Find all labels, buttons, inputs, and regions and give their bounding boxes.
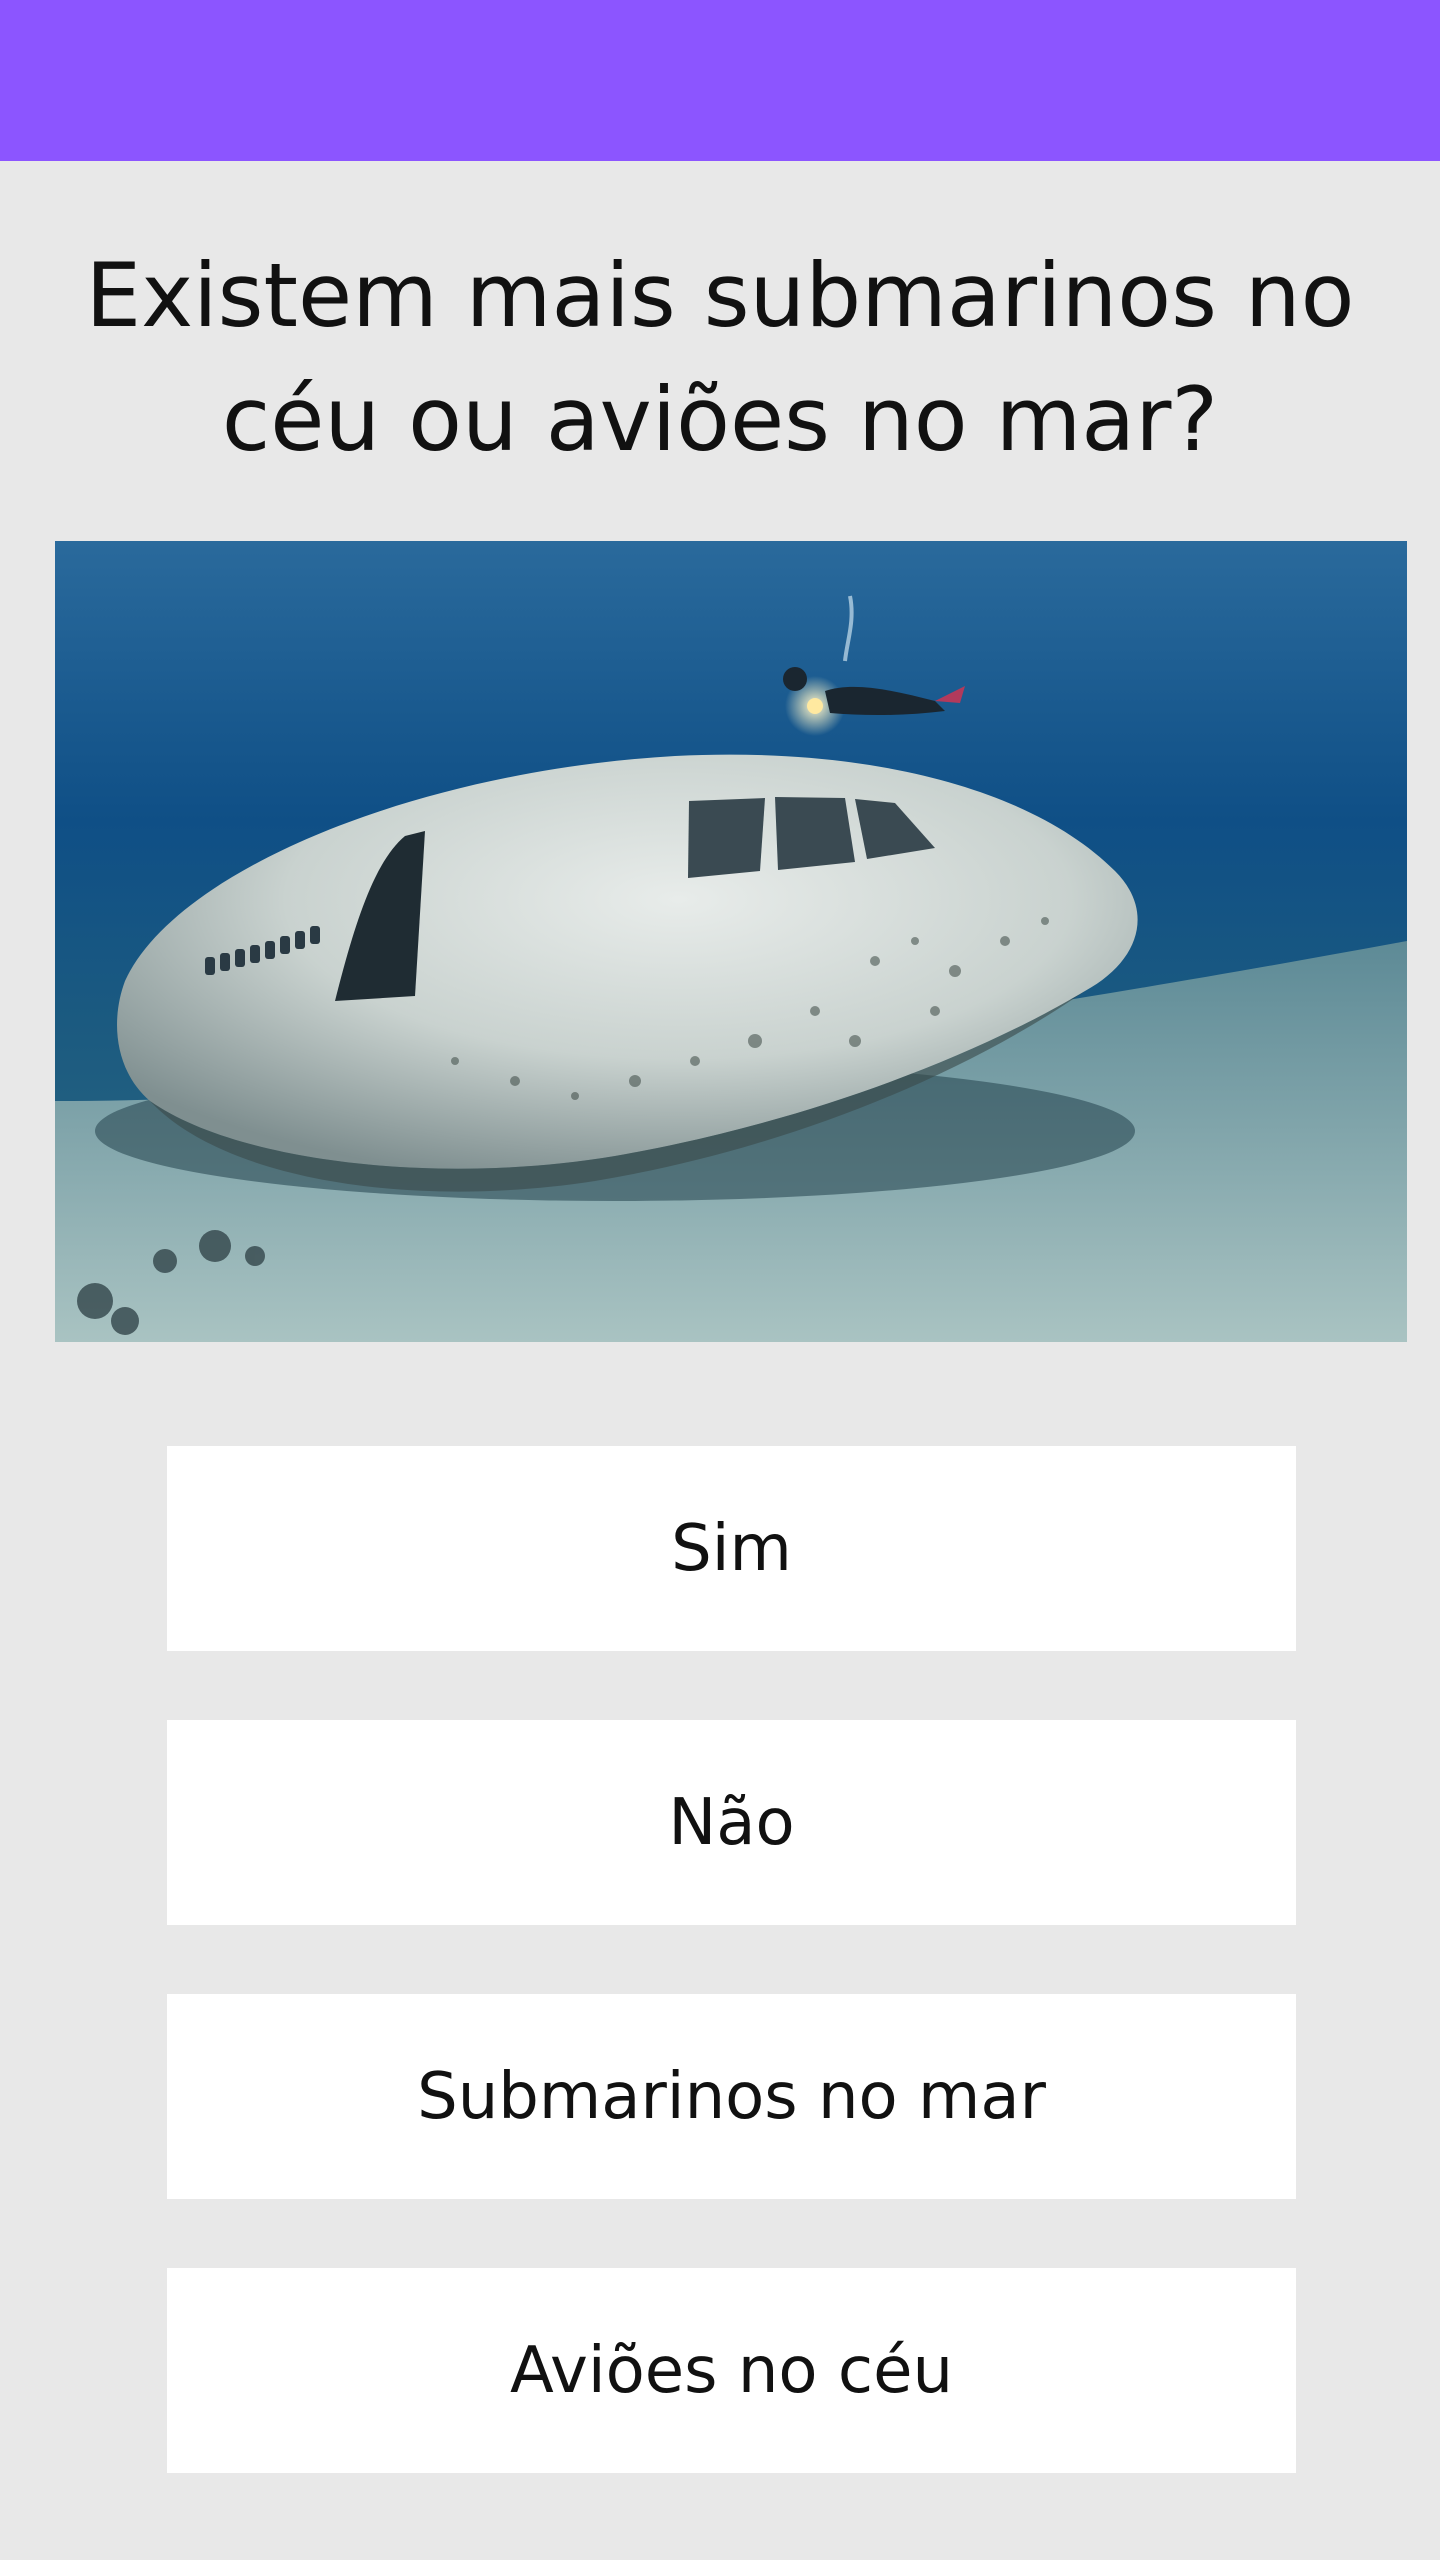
top-app-bar <box>0 0 1440 161</box>
answer-button-sim[interactable]: Sim <box>167 1446 1296 1651</box>
answer-button-nao[interactable]: Não <box>167 1720 1296 1925</box>
question-image <box>55 541 1407 1342</box>
answer-button-submarinos-no-mar[interactable]: Submarinos no mar <box>167 1994 1296 2199</box>
question-title: Existem mais submarinos no céu ou aviões… <box>85 244 1355 471</box>
answer-button-avioes-no-ceu[interactable]: Aviões no céu <box>167 2268 1296 2473</box>
